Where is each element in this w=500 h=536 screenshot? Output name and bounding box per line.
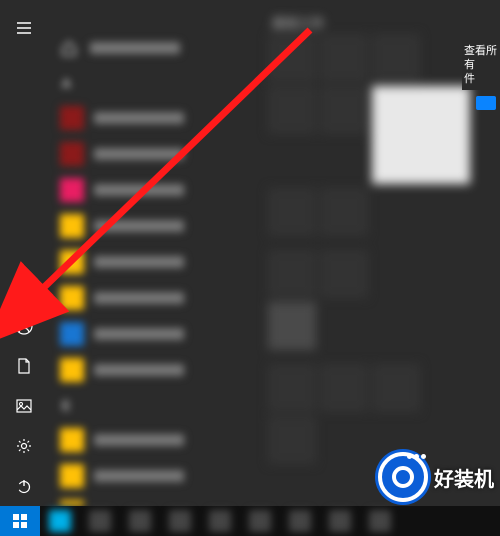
- tile[interactable]: [320, 188, 368, 236]
- app-icon: [60, 214, 84, 238]
- windows-icon: [13, 514, 27, 528]
- app-icon: [60, 322, 84, 346]
- list-item[interactable]: [48, 316, 258, 352]
- pictures-icon: [16, 398, 32, 414]
- tile[interactable]: [268, 364, 316, 412]
- list-item[interactable]: [48, 422, 258, 458]
- tile[interactable]: [268, 250, 316, 298]
- list-item[interactable]: [48, 458, 258, 494]
- tile[interactable]: [268, 302, 316, 350]
- watermark: 好装机: [378, 452, 494, 502]
- tiles-group-header[interactable]: 高效工作: [268, 10, 490, 34]
- start-menu: A E 高效工作: [0, 0, 500, 506]
- settings-icon: [16, 438, 32, 454]
- home-icon: [60, 39, 78, 57]
- list-item[interactable]: [48, 494, 258, 506]
- menu-icon: [16, 20, 32, 36]
- list-item[interactable]: [48, 136, 258, 172]
- list-item[interactable]: [48, 208, 258, 244]
- app-icon: [60, 178, 84, 202]
- power-icon: [16, 478, 32, 494]
- user-icon: [15, 317, 33, 335]
- list-item[interactable]: [48, 280, 258, 316]
- taskbar: [0, 506, 500, 536]
- tile[interactable]: [320, 34, 368, 82]
- watermark-text: 好装机: [434, 463, 494, 492]
- list-item[interactable]: [48, 30, 258, 66]
- tile[interactable]: [320, 86, 368, 134]
- app-icon: [60, 358, 84, 382]
- tile[interactable]: [268, 416, 316, 464]
- app-list[interactable]: A E: [48, 0, 258, 506]
- tile[interactable]: [372, 34, 420, 82]
- watermark-logo-icon: [378, 452, 428, 502]
- tile[interactable]: [268, 34, 316, 82]
- app-icon: [60, 428, 84, 452]
- documents-button[interactable]: [0, 346, 48, 386]
- taskbar-item[interactable]: [209, 510, 231, 532]
- taskbar-item[interactable]: [289, 510, 311, 532]
- taskbar-item[interactable]: [369, 510, 391, 532]
- tile[interactable]: [372, 364, 420, 412]
- power-button[interactable]: [0, 466, 48, 506]
- tile[interactable]: [372, 86, 470, 184]
- taskbar-item[interactable]: [329, 510, 351, 532]
- taskbar-item[interactable]: [169, 510, 191, 532]
- start-sidebar: [0, 0, 48, 506]
- list-item[interactable]: [48, 100, 258, 136]
- settings-button[interactable]: [0, 426, 48, 466]
- desktop-widget[interactable]: 查看所有 件: [462, 40, 500, 90]
- widget-line: 查看所有: [464, 44, 498, 72]
- section-header[interactable]: E: [48, 388, 258, 422]
- hamburger-button[interactable]: [0, 8, 48, 48]
- pictures-button[interactable]: [0, 386, 48, 426]
- tile[interactable]: [320, 250, 368, 298]
- taskbar-item[interactable]: [249, 510, 271, 532]
- list-item[interactable]: [48, 172, 258, 208]
- tile[interactable]: [268, 188, 316, 236]
- app-icon: [60, 464, 84, 488]
- section-header[interactable]: A: [48, 66, 258, 100]
- taskbar-item[interactable]: [129, 510, 151, 532]
- tile[interactable]: [268, 86, 316, 134]
- taskbar-item[interactable]: [89, 510, 111, 532]
- start-button[interactable]: [0, 506, 40, 536]
- mail-icon[interactable]: [476, 96, 496, 110]
- list-item[interactable]: [48, 352, 258, 388]
- app-icon: [60, 142, 84, 166]
- app-icon: [60, 286, 84, 310]
- app-icon: [60, 250, 84, 274]
- taskbar-item[interactable]: [49, 510, 71, 532]
- widget-line: 件: [464, 72, 498, 86]
- user-button[interactable]: [0, 306, 48, 346]
- list-item[interactable]: [48, 244, 258, 280]
- tile[interactable]: [320, 364, 368, 412]
- documents-icon: [16, 358, 32, 374]
- app-icon: [60, 106, 84, 130]
